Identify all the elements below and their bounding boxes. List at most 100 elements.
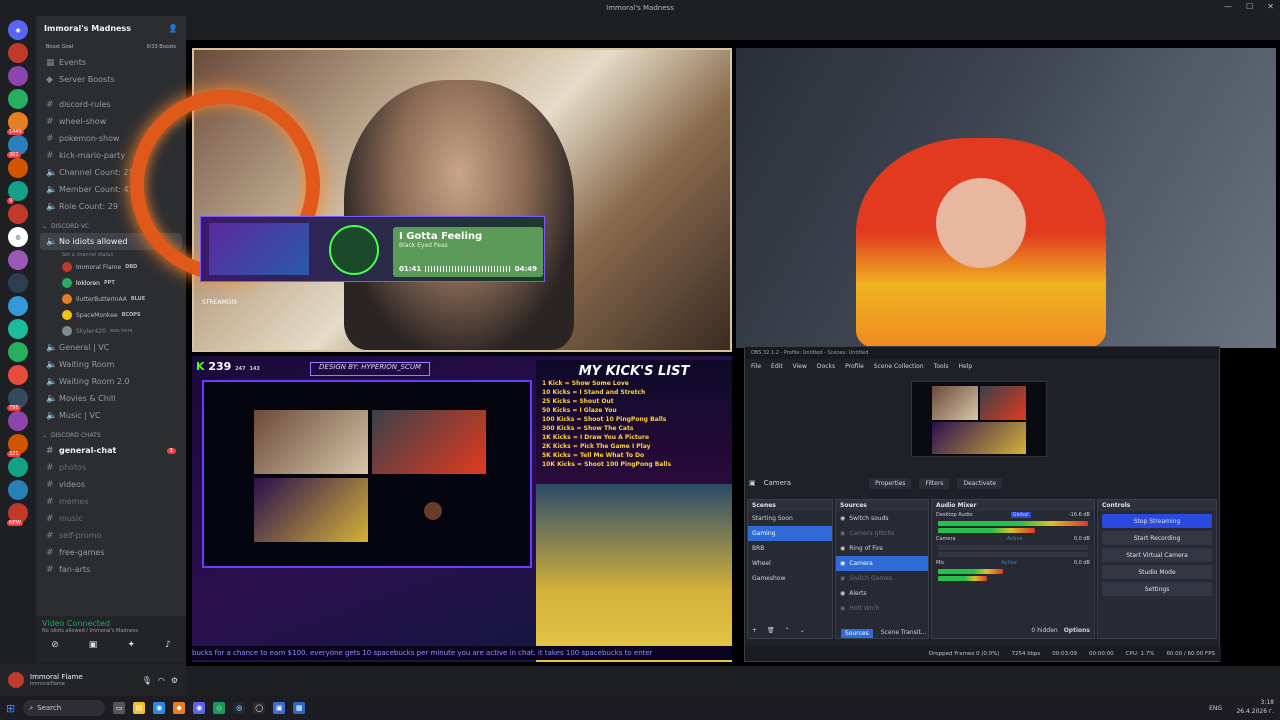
voice-channel[interactable]: 🔈 Movies & Chill — [36, 390, 186, 407]
eye-icon[interactable]: ◉ — [840, 530, 845, 537]
server-icon[interactable]: 302 — [7, 135, 28, 158]
menu-docks[interactable]: Docks — [817, 363, 835, 370]
voice-user[interactable]: Skyler420 was here — [36, 323, 186, 339]
obs-taskbar-icon[interactable]: ◯ — [253, 702, 266, 714]
minimize-icon[interactable]: — — [1224, 2, 1232, 11]
file-explorer-icon[interactable]: ▤ — [133, 702, 146, 714]
voice-channel[interactable]: 🔈 Waiting Room 2.0 — [36, 373, 186, 390]
text-channel[interactable]: # fan-arts — [36, 561, 186, 578]
nav-server-boosts[interactable]: ◆ Server Boosts — [36, 71, 186, 88]
server-icon[interactable]: 795 — [7, 388, 28, 411]
text-channel[interactable]: # memes — [36, 493, 186, 510]
discord-taskbar-icon[interactable]: ◉ — [193, 702, 206, 714]
task-view-icon[interactable]: ▭ — [113, 702, 126, 714]
settings-button[interactable]: Settings — [1102, 582, 1212, 596]
boost-goal[interactable]: Boost Goal 0/33 Boosts — [36, 40, 186, 54]
app-icon[interactable]: ▦ — [293, 702, 306, 714]
start-virtual-camera-button[interactable]: Start Virtual Camera — [1102, 548, 1212, 562]
avatar[interactable] — [8, 672, 24, 688]
eye-icon[interactable]: ◉ — [840, 545, 845, 552]
taskbar-search[interactable]: ⌕ Search — [23, 700, 106, 716]
windows-start-icon[interactable]: ⊞ — [6, 702, 15, 715]
server-icon[interactable] — [8, 204, 28, 224]
eye-icon[interactable]: ◉ — [840, 575, 845, 582]
menu-profile[interactable]: Profile — [845, 363, 864, 370]
server-icon[interactable] — [8, 480, 28, 500]
headphones-icon[interactable]: ◠ — [158, 676, 165, 685]
scene-item[interactable]: Wheel — [748, 556, 832, 571]
menu-help[interactable]: Help — [958, 363, 972, 370]
up-icon[interactable]: ⌃ — [785, 627, 790, 634]
server-icon[interactable] — [8, 250, 28, 270]
server-icon[interactable] — [8, 296, 28, 316]
camera-off-icon[interactable]: ⊘ — [51, 640, 59, 650]
soundboard-icon[interactable]: ♪ — [165, 640, 171, 650]
clock-date[interactable]: 26.4.2026 г. — [1236, 707, 1274, 716]
server-icon[interactable] — [8, 158, 28, 178]
deactivate-button[interactable]: Deactivate — [957, 477, 1003, 489]
voice-channel[interactable]: 🔈 General | VC — [36, 339, 186, 356]
properties-button[interactable]: Properties — [869, 477, 912, 489]
text-channel[interactable]: # music — [36, 510, 186, 527]
server-icon[interactable] — [8, 43, 28, 63]
text-channel[interactable]: # self-promo — [36, 527, 186, 544]
menu-view[interactable]: View — [793, 363, 807, 370]
nav-events[interactable]: ▦ Events — [36, 54, 186, 71]
app-icon[interactable]: ◆ — [173, 702, 186, 714]
down-icon[interactable]: ⌄ — [800, 627, 805, 634]
server-icon[interactable]: 9 — [7, 181, 28, 204]
server-icon[interactable] — [8, 273, 28, 293]
text-channel[interactable]: # videos — [36, 476, 186, 493]
stop-streaming-button[interactable]: Stop Streaming — [1102, 514, 1212, 528]
options-button[interactable]: Options — [1064, 627, 1090, 634]
studio-mode-button[interactable]: Studio Mode — [1102, 565, 1212, 579]
filters-button[interactable]: Filters — [919, 477, 950, 489]
server-icon[interactable]: 321 — [7, 434, 28, 457]
activity-icon[interactable]: ✦ — [127, 640, 135, 650]
obs-preview[interactable] — [911, 381, 1047, 457]
mic-icon[interactable]: 🎙 — [142, 676, 152, 685]
server-icon[interactable] — [8, 365, 28, 385]
browser-icon[interactable]: ◉ — [153, 702, 166, 714]
text-channel[interactable]: # free-games — [36, 544, 186, 561]
gear-icon[interactable]: ⚙ — [171, 676, 178, 685]
tab-scene-transitions[interactable]: Scene Transit... — [881, 629, 927, 638]
server-icon[interactable]: 1449 — [7, 112, 28, 135]
add-icon[interactable]: + — [752, 627, 757, 634]
app-icon[interactable]: ◇ — [213, 702, 226, 714]
clock-time[interactable]: 3:18 — [1236, 698, 1274, 707]
eye-icon[interactable]: ◉ — [840, 515, 845, 522]
text-channel-general[interactable]: # general-chat 1 — [36, 442, 186, 459]
tab-sources[interactable]: Sources — [841, 629, 873, 638]
start-recording-button[interactable]: Start Recording — [1102, 531, 1212, 545]
scene-item[interactable]: Starting Soon — [748, 511, 832, 526]
server-icon[interactable] — [8, 66, 28, 86]
voice-channel[interactable]: 🔈 Music | VC — [36, 407, 186, 424]
menu-file[interactable]: File — [751, 363, 761, 370]
server-icon[interactable] — [8, 89, 28, 109]
text-channel[interactable]: # photos — [36, 459, 186, 476]
server-icon[interactable] — [8, 342, 28, 362]
source-item[interactable]: ◉ Camera — [836, 556, 928, 571]
app-icon[interactable]: ▣ — [273, 702, 286, 714]
add-user-icon[interactable]: 👤 — [168, 24, 178, 33]
source-item[interactable]: ◉ Switch souds — [836, 511, 928, 526]
scene-item[interactable]: Gameshow — [748, 571, 832, 586]
menu-tools[interactable]: Tools — [934, 363, 949, 370]
voice-user[interactable]: Immoral Flame DBD — [36, 259, 186, 275]
menu-edit[interactable]: Edit — [771, 363, 783, 370]
menu-scene-collection[interactable]: Scene Collection — [874, 363, 924, 370]
server-icon[interactable]: ◎ — [8, 227, 28, 247]
scene-item[interactable]: Gaming — [748, 526, 832, 541]
source-item[interactable]: ◉ Switch Games — [836, 571, 928, 586]
language-indicator[interactable]: ENG — [1209, 704, 1222, 713]
source-item[interactable]: ◉ Alerts — [836, 586, 928, 601]
eye-icon[interactable]: ◉ — [840, 560, 845, 567]
trash-icon[interactable]: 🗑 — [767, 627, 775, 634]
eye-icon[interactable]: ◉ — [840, 590, 845, 597]
maximize-icon[interactable]: ☐ — [1246, 2, 1253, 11]
server-icon[interactable]: NEW — [7, 503, 28, 526]
category-discord-chats[interactable]: ⌄ DISCORD CHATS — [36, 428, 186, 442]
source-item[interactable]: ◉ Camera glitchs — [836, 526, 928, 541]
server-icon[interactable] — [8, 319, 28, 339]
